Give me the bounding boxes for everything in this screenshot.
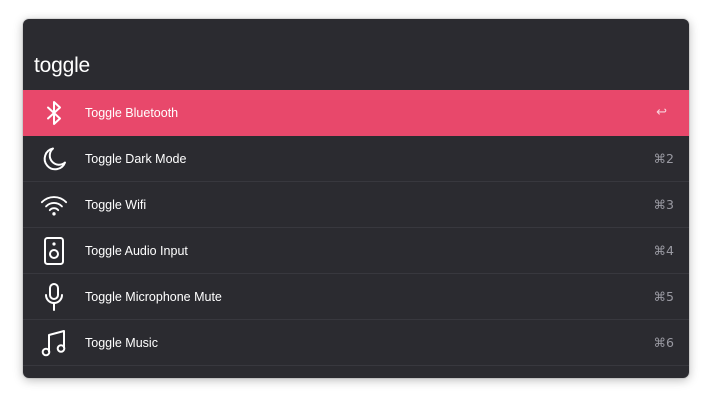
microphone-icon [40,282,68,312]
result-item-toggle-bluetooth[interactable]: Toggle Bluetooth ↩ [23,90,689,136]
wifi-icon [40,190,68,220]
result-label: Toggle Audio Input [85,244,188,258]
keyboard-shortcut: ⌘5 [653,289,674,304]
bluetooth-icon [40,98,68,128]
results-list: Toggle Bluetooth ↩ Toggle Dark Mode ⌘2 T… [23,90,689,366]
keyboard-shortcut: ⌘2 [653,151,674,166]
moon-icon [40,144,68,174]
keyboard-shortcut: ⌘4 [653,243,674,258]
speaker-icon [40,236,68,266]
music-note-icon [40,328,68,358]
search-input[interactable] [23,19,689,89]
result-label: Toggle Music [85,336,158,350]
result-label: Toggle Wifi [85,198,147,212]
result-item-toggle-music[interactable]: Toggle Music ⌘6 [23,320,689,366]
command-launcher: Toggle Bluetooth ↩ Toggle Dark Mode ⌘2 [23,19,689,378]
return-key-hint: ↩ [656,105,667,120]
result-item-toggle-microphone-mute[interactable]: Toggle Microphone Mute ⌘5 [23,274,689,320]
result-label: Toggle Dark Mode [85,152,187,166]
result-item-toggle-audio-input[interactable]: Toggle Audio Input ⌘4 [23,228,689,274]
keyboard-shortcut: ⌘6 [653,335,674,350]
result-label: Toggle Microphone Mute [85,290,222,304]
result-label: Toggle Bluetooth [85,106,179,120]
result-item-toggle-wifi[interactable]: Toggle Wifi ⌘3 [23,182,689,228]
result-item-toggle-dark-mode[interactable]: Toggle Dark Mode ⌘2 [23,136,689,182]
keyboard-shortcut: ⌘3 [653,197,674,212]
